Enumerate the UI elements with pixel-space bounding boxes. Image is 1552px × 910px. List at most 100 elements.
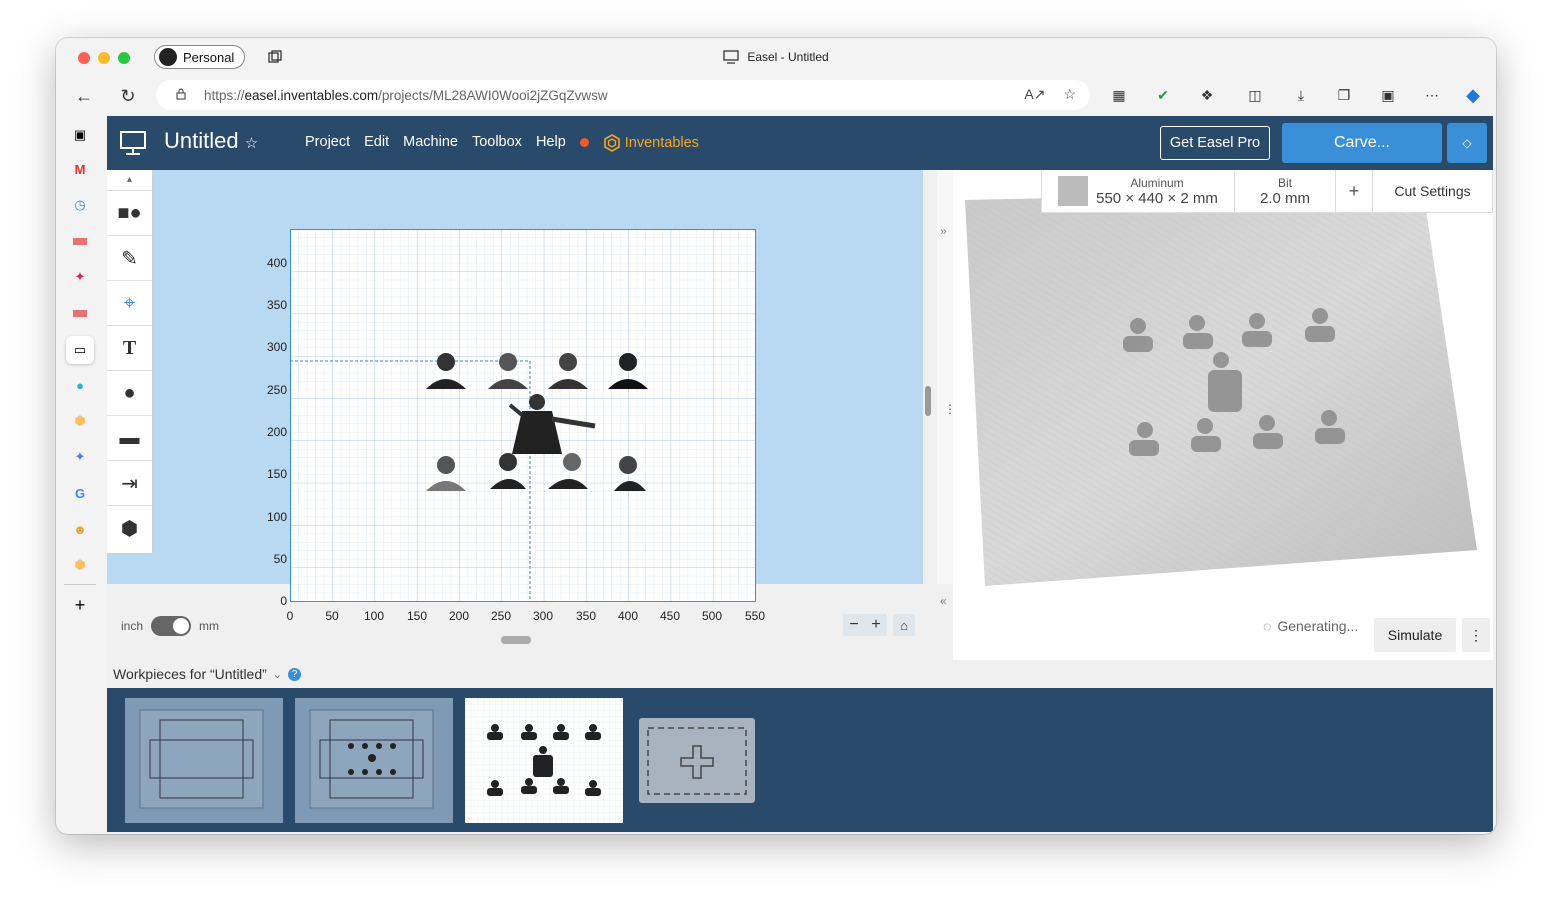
app-header: Untitled ☆ Project Edit Machine Toolbox … bbox=[107, 116, 1493, 170]
generation-status-text: Generating... bbox=[1277, 618, 1359, 634]
material-dimensions: 550 × 440 × 2 mm bbox=[1096, 189, 1218, 207]
hexagon-app-2-icon[interactable]: ⬢ bbox=[71, 556, 89, 574]
collapse-tools-icon[interactable]: ▴ bbox=[107, 170, 152, 191]
x-tick: 300 bbox=[532, 609, 554, 623]
timer-icon[interactable]: ◷ bbox=[71, 196, 89, 214]
workpiece-thumbnail-3[interactable] bbox=[465, 698, 623, 823]
material-preview[interactable] bbox=[965, 190, 1477, 590]
shapes-icon[interactable]: ■● bbox=[107, 191, 152, 236]
menu-machine[interactable]: Machine bbox=[403, 134, 458, 152]
cut-settings-button[interactable]: Cut Settings bbox=[1373, 170, 1492, 212]
read-aloud-icon[interactable]: A↗ bbox=[1024, 86, 1045, 103]
simulate-button[interactable]: Simulate bbox=[1374, 618, 1456, 652]
circle-app-icon[interactable]: ● bbox=[71, 376, 89, 394]
qr-code-icon[interactable]: ▦ bbox=[1109, 85, 1129, 105]
checkmark-extension-icon[interactable]: ✔ bbox=[1153, 85, 1173, 105]
easel-app-icon[interactable]: ▭ bbox=[66, 336, 94, 364]
google-icon[interactable]: G bbox=[71, 484, 89, 502]
inventables-link[interactable]: Inventables bbox=[603, 134, 699, 152]
slack-icon[interactable]: ✦ bbox=[71, 268, 89, 286]
favorite-star-icon[interactable]: ☆ bbox=[245, 135, 258, 152]
expand-arrows-icon: ◇ bbox=[1462, 136, 1472, 150]
x-tick: 0 bbox=[286, 609, 294, 623]
add-workpiece-button[interactable] bbox=[639, 718, 755, 803]
menu-help[interactable]: Help bbox=[536, 134, 566, 152]
url-prefix: https:// bbox=[204, 87, 245, 103]
menu-toolbox[interactable]: Toolbox bbox=[472, 134, 522, 152]
spinner-icon: ◌ bbox=[1263, 618, 1272, 634]
x-tick: 350 bbox=[575, 609, 597, 623]
zoom-out-icon[interactable]: − bbox=[843, 614, 865, 636]
carve-button[interactable]: Carve... bbox=[1282, 123, 1442, 163]
material-name: Aluminum bbox=[1130, 175, 1184, 190]
more-menu-icon[interactable]: ⋯ bbox=[1422, 85, 1442, 105]
favorite-star-icon[interactable]: ☆ bbox=[1063, 86, 1076, 103]
workpieces-title: Workpieces for “Untitled” bbox=[113, 666, 267, 682]
add-bit-button[interactable]: + bbox=[1336, 170, 1373, 212]
address-bar-icons: A↗ ☆ bbox=[1024, 86, 1076, 103]
zoom-controls: − + ⌂ bbox=[843, 614, 915, 636]
chevron-down-icon[interactable]: ⌄ bbox=[273, 668, 282, 681]
workpieces-strip bbox=[107, 688, 1493, 832]
x-tick: 150 bbox=[406, 609, 428, 623]
workpiece-3-preview bbox=[465, 698, 623, 823]
project-title-text[interactable]: Untitled bbox=[164, 128, 239, 153]
reload-icon[interactable]: ↻ bbox=[118, 86, 138, 106]
split-screen-icon[interactable]: ◫ bbox=[1245, 85, 1265, 105]
more-options-icon[interactable]: ⋮ bbox=[1462, 618, 1490, 652]
material-bar: Aluminum 550 × 440 × 2 mm Bit 2.0 mm + C… bbox=[1041, 170, 1493, 213]
help-icon[interactable]: ? bbox=[288, 667, 302, 681]
plus-icon bbox=[647, 726, 747, 795]
bookmark-red-2-icon[interactable] bbox=[71, 304, 89, 322]
menu-edit[interactable]: Edit bbox=[364, 134, 389, 152]
home-icon[interactable]: ⌂ bbox=[893, 614, 915, 636]
menu-project[interactable]: Project bbox=[305, 134, 350, 152]
material-selector[interactable]: Aluminum 550 × 440 × 2 mm bbox=[1042, 170, 1235, 212]
workpieces-header[interactable]: Workpieces for “Untitled” ⌄ ? bbox=[107, 660, 1496, 688]
workpiece-thumbnail-1[interactable] bbox=[125, 698, 283, 823]
easel-favicon-icon bbox=[723, 50, 739, 64]
copilot-icon[interactable]: ◆ bbox=[1463, 85, 1483, 105]
y-tick: 300 bbox=[266, 340, 287, 354]
character-app-icon[interactable]: ☻ bbox=[71, 520, 89, 538]
extensions-icon[interactable]: ❖ bbox=[1197, 85, 1217, 105]
design-grid[interactable] bbox=[290, 229, 756, 602]
generation-status: ◌ Generating... bbox=[1263, 618, 1358, 634]
bookmark-red-icon[interactable] bbox=[71, 232, 89, 250]
add-sidebar-app-icon[interactable]: + bbox=[71, 595, 89, 615]
collapse-left-icon[interactable]: « bbox=[940, 594, 947, 608]
project-title[interactable]: Untitled ☆ bbox=[164, 128, 258, 154]
bit-selector[interactable]: Bit 2.0 mm bbox=[1235, 170, 1336, 212]
x-tick: 250 bbox=[490, 609, 512, 623]
address-bar[interactable]: https://easel.inventables.com/projects/M… bbox=[156, 80, 1090, 110]
back-icon[interactable]: ← bbox=[74, 86, 94, 106]
unit-switch[interactable] bbox=[151, 616, 192, 636]
panel-divider[interactable]: » ⋮ « bbox=[937, 170, 956, 608]
browser-window: Personal Easel - Untitled ← ↻ https://ea… bbox=[56, 38, 1496, 834]
easel-logo-icon[interactable] bbox=[119, 130, 147, 156]
collapse-right-icon[interactable]: » bbox=[940, 224, 947, 238]
workpiece-thumbnail-2[interactable] bbox=[295, 698, 453, 823]
unit-toggle[interactable]: inch mm bbox=[121, 616, 219, 636]
downloads-icon[interactable]: ⤓ bbox=[1291, 85, 1311, 105]
collections-icon[interactable]: ❐ bbox=[1334, 85, 1354, 105]
canvas-resize-handle[interactable] bbox=[501, 636, 531, 644]
get-easel-pro-button[interactable]: Get Easel Pro bbox=[1160, 126, 1270, 160]
gmail-icon[interactable]: M bbox=[71, 160, 89, 178]
tool-strip: ▴ ■● ✎ ⌖ T ● ▬ ⇥ ⬢ bbox=[107, 170, 153, 553]
y-tick: 0 bbox=[280, 594, 287, 608]
fullscreen-button[interactable]: ◇ bbox=[1447, 123, 1487, 163]
x-tick: 450 bbox=[659, 609, 681, 623]
y-tick: 150 bbox=[266, 467, 287, 481]
screenshot-icon[interactable]: ▣ bbox=[1378, 85, 1398, 105]
zoom-in-icon[interactable]: + bbox=[865, 614, 887, 636]
x-tick: 500 bbox=[701, 609, 723, 623]
notification-dot[interactable] bbox=[579, 138, 589, 147]
sidebar-tabs-icon[interactable]: ▣ bbox=[71, 126, 89, 144]
gemini-icon[interactable]: ✦ bbox=[71, 448, 89, 466]
y-tick: 400 bbox=[266, 256, 287, 270]
hexagon-app-icon[interactable]: ⬢ bbox=[71, 412, 89, 430]
url-host: easel.inventables.com bbox=[244, 87, 379, 103]
inventables-label: Inventables bbox=[624, 135, 699, 151]
canvas-scrollbar[interactable] bbox=[925, 386, 931, 416]
